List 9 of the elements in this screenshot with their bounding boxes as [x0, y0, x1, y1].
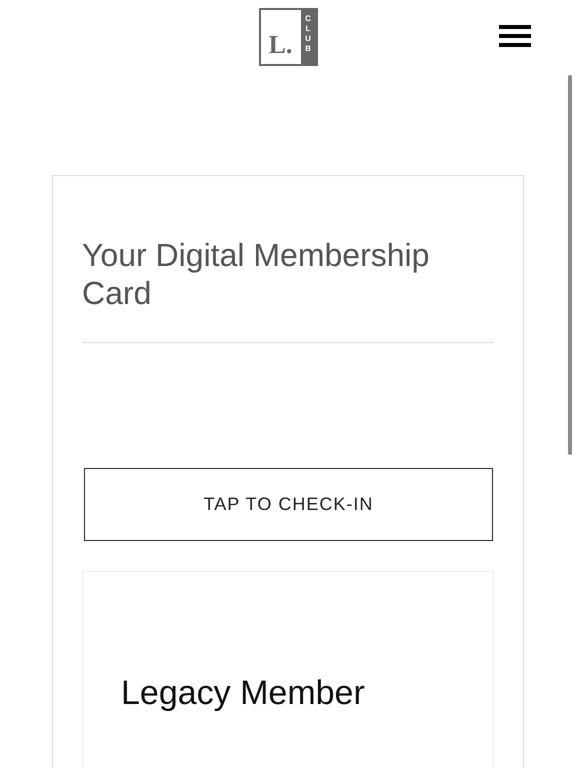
- logo[interactable]: L. CLUB: [258, 8, 318, 66]
- menu-button[interactable]: [499, 24, 531, 48]
- scrollbar[interactable]: [568, 75, 572, 455]
- menu-icon: [499, 24, 531, 48]
- membership-level-label: Legacy Member: [121, 674, 365, 713]
- check-in-button[interactable]: TAP TO CHECK-IN: [84, 468, 493, 541]
- logo-letter: L.: [268, 32, 292, 58]
- logo-word: CLUB: [304, 14, 312, 55]
- card-title: Your Digital Membership Card: [82, 236, 494, 343]
